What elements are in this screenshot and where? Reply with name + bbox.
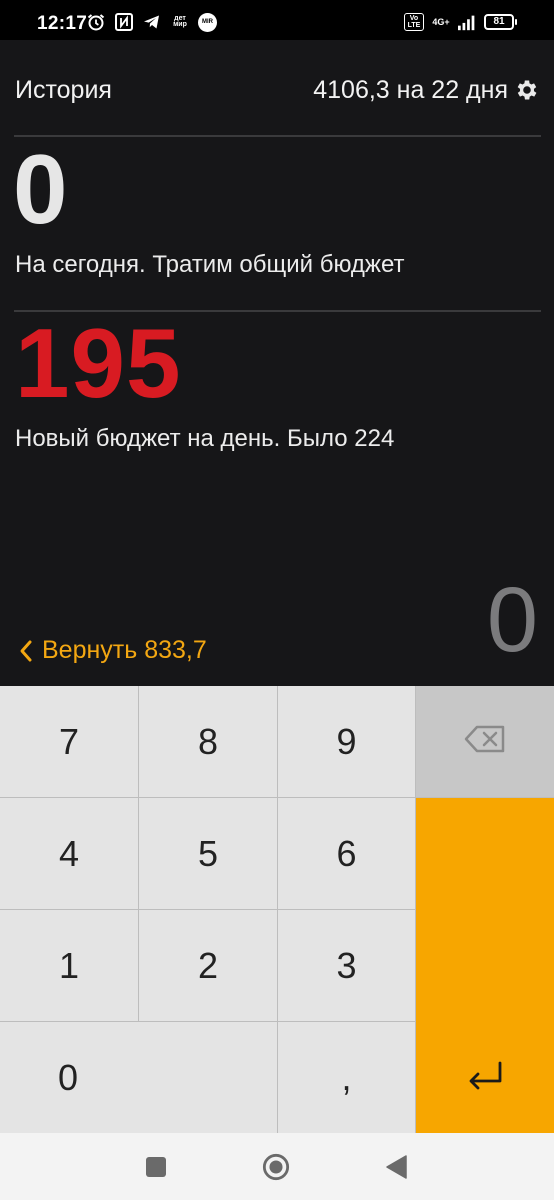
square-icon[interactable] [142,1153,170,1181]
status-icons-right: Vo LTE 4G+ 81 [404,12,517,32]
key-0[interactable]: 0 [0,1022,278,1133]
divider [14,135,541,137]
history-link[interactable]: История [15,76,112,105]
system-nav-bar [0,1133,554,1200]
budget-info[interactable]: 4106,3 на 22 дня [313,76,508,105]
key-4[interactable]: 4 [0,798,139,910]
triangle-back-icon[interactable] [382,1153,410,1181]
enter-icon [465,1060,505,1103]
volte-badge: Vo LTE [404,13,424,31]
signal-icon [458,12,478,32]
status-bar: 12:17 дет мир MIR Vo LTE 4G+ 81 [0,0,554,40]
today-label: На сегодня. Тратим общий бюджет [15,251,405,278]
nfc-icon [114,12,134,32]
key-comma[interactable]: , [278,1022,416,1133]
new-budget-amount: 195 [15,308,182,418]
mir-icon: MIR [198,12,217,32]
backspace-button[interactable] [416,686,554,798]
alarm-icon [86,12,106,32]
backspace-icon [464,721,506,763]
status-icons-left: дет мир MIR [86,12,217,32]
return-button[interactable]: Вернуть 833,7 [18,636,207,665]
key-6[interactable]: 6 [278,798,416,910]
key-3[interactable]: 3 [278,910,416,1022]
detmir-icon: дет мир [173,15,187,28]
battery-icon: 81 [484,14,517,30]
app-main: История 4106,3 на 22 дня 0 На сегодня. Т… [0,40,554,686]
key-8[interactable]: 8 [139,686,278,798]
telegram-icon [142,12,162,32]
key-7[interactable]: 7 [0,686,139,798]
key-1[interactable]: 1 [0,910,139,1022]
circle-icon[interactable] [262,1153,290,1181]
key-9[interactable]: 9 [278,686,416,798]
enter-button[interactable] [416,798,554,1133]
key-5[interactable]: 5 [139,798,278,910]
keypad: 7 8 9 4 5 6 1 2 3 0 , [0,686,554,1133]
return-label: Вернуть 833,7 [42,636,207,664]
status-time: 12:17 [37,13,88,34]
new-budget-label: Новый бюджет на день. Было 224 [15,425,395,452]
key-2[interactable]: 2 [139,910,278,1022]
network-type: 4G+ [432,16,450,27]
gear-icon[interactable] [514,77,540,103]
chevron-left-icon [18,639,34,663]
today-amount: 0 [13,134,68,244]
input-display: 0 [486,569,538,671]
